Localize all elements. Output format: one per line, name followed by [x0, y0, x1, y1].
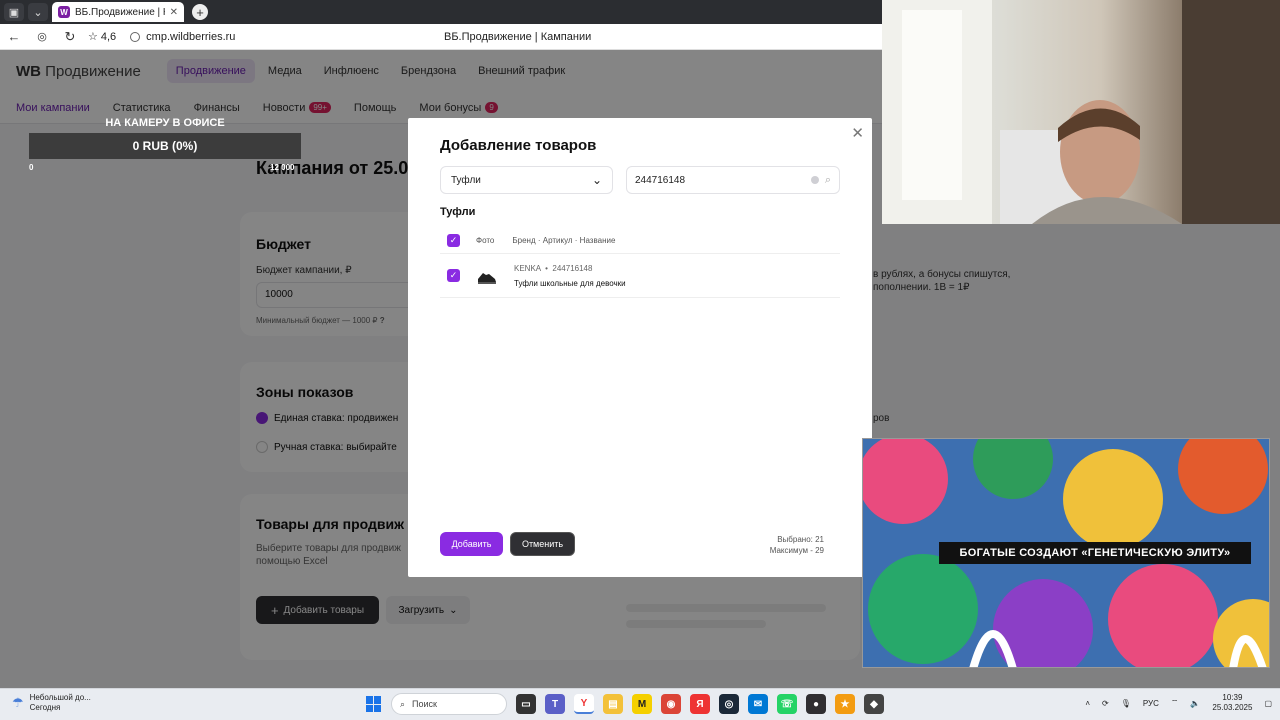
start-icon[interactable] — [366, 696, 382, 712]
search-icon: ⌕ — [400, 698, 406, 709]
product-sku: 244716148 — [552, 263, 593, 273]
page-title: ВБ.Продвижение | Кампании — [444, 31, 592, 43]
url-field[interactable]: cmp.wildberries.ru — [146, 31, 235, 43]
workspaces-icon[interactable]: ▣ — [4, 3, 24, 21]
task-view-icon[interactable]: ▭ — [516, 694, 536, 714]
sync-icon[interactable]: ⟳ — [1102, 699, 1109, 708]
bonus-app-icon[interactable]: ★ — [835, 694, 855, 714]
chevron-up-icon[interactable]: ˄ — [1085, 699, 1090, 708]
select-all-checkbox[interactable]: ✓ — [447, 234, 460, 247]
wildberries-favicon-icon: W — [58, 6, 70, 18]
weather-line1: Небольшой до... — [29, 693, 91, 702]
header-description: Бренд · Артикул · Название — [512, 236, 616, 245]
yandex-icon[interactable]: Я — [690, 694, 710, 714]
weather-widget[interactable]: ☂ Небольшой до... Сегодня — [12, 693, 91, 713]
category-select[interactable]: Туфли ⌄ — [440, 166, 613, 194]
search-icon[interactable]: ⌕ — [825, 174, 831, 187]
section-title: Туфли — [440, 206, 476, 218]
shoe-icon — [478, 272, 496, 284]
language-indicator[interactable]: РУС — [1143, 699, 1159, 708]
product-info: KENKA • 244716148 Туфли школьные для дев… — [514, 264, 626, 288]
stream-goal-label: НА КАМЕРУ В ОФИСЕ — [105, 117, 225, 129]
volume-icon[interactable]: 🔈 — [1190, 699, 1200, 708]
browser-tab-title: ВБ.Продвижение | Кам — [75, 6, 165, 18]
microphone-icon[interactable]: 🎙 — [1121, 699, 1131, 708]
product-brand: KENKA — [514, 263, 541, 273]
close-icon[interactable]: ✕ — [851, 124, 864, 142]
cancel-button[interactable]: Отменить — [510, 532, 575, 556]
video-caption: БОГАТЫЕ СОЗДАЮТ «ГЕНЕТИЧЕСКУЮ ЭЛИТУ» — [939, 542, 1251, 564]
system-tray: ˄ ⟳ 🎙 РУС ⌔ 🔈 10:39 25.03.2025 ▢ — [1085, 693, 1272, 713]
row-checkbox[interactable]: ✓ — [447, 269, 460, 282]
header-photo: Фото — [476, 236, 495, 245]
video-overlay: БОГАТЫЕ СОЗДАЮТ «ГЕНЕТИЧЕСКУЮ ЭЛИТУ» — [862, 438, 1270, 668]
taskbar-apps: ⌕ Поиск ▭ T Y ▤ M ◉ Я ◎ ✉ ☏ ● ★ ◆ — [366, 693, 884, 715]
table-header: ✓ Фото Бренд · Артикул · Название — [440, 228, 840, 254]
back-icon[interactable]: ← — [0, 29, 28, 44]
new-tab-button[interactable]: + — [192, 4, 208, 20]
browser-tab-bar: ▣ ⌄ W ВБ.Продвижение | Кам ✕ + — [0, 0, 882, 24]
stream-goal-max: 12 000 — [270, 163, 295, 172]
taskbar: ☂ Небольшой до... Сегодня ⌕ Поиск ▭ T Y … — [0, 688, 1280, 720]
whatsapp-icon[interactable]: ☏ — [777, 694, 797, 714]
yandex-browser-icon[interactable]: Y — [574, 694, 594, 714]
teams-icon[interactable]: T — [545, 694, 565, 714]
mail-icon[interactable]: ✉ — [748, 694, 768, 714]
clock-date: 25.03.2025 — [1212, 703, 1253, 712]
category-select-value: Туфли — [451, 174, 481, 186]
protect-icon[interactable]: ◎ — [28, 30, 56, 43]
selected-count: Выбрано: 21 — [777, 535, 824, 544]
search-field[interactable]: ⌕ — [626, 166, 840, 194]
tab-list-chevron-icon[interactable]: ⌄ — [28, 3, 48, 21]
webcam-image — [882, 0, 1280, 224]
weather-line2: Сегодня — [29, 703, 61, 712]
browser-tab[interactable]: W ВБ.Продвижение | Кам ✕ — [52, 2, 184, 22]
stream-goal-bar: 0 RUB (0%) — [29, 133, 301, 159]
wifi-icon[interactable]: ⌔ — [1171, 698, 1179, 708]
add-button[interactable]: Добавить — [440, 532, 503, 556]
site-rating[interactable]: ☆ 4,6 — [88, 30, 117, 44]
record-app-icon[interactable]: ◆ — [864, 694, 884, 714]
taskbar-search[interactable]: ⌕ Поиск — [391, 693, 507, 715]
webcam-overlay — [882, 0, 1280, 224]
clock[interactable]: 10:39 25.03.2025 — [1212, 693, 1252, 713]
stream-goal-min: 0 — [29, 163, 34, 172]
m-app-icon[interactable]: M — [632, 694, 652, 714]
weather-icon: ☂ — [12, 695, 24, 710]
chevron-down-icon: ⌄ — [591, 173, 602, 187]
table-row[interactable]: ✓ KENKA • 244716148 Туфли школьные для д… — [440, 254, 840, 298]
notifications-icon[interactable]: ▢ — [1264, 699, 1272, 708]
address-bar: ← ◎ ↻ ☆ 4,6 cmp.wildberries.ru ВБ.Продви… — [0, 24, 882, 50]
modal-title: Добавление товаров — [440, 137, 597, 154]
site-info-icon[interactable] — [130, 31, 141, 42]
tab-close-icon[interactable]: ✕ — [170, 7, 178, 18]
selection-counter: Выбрано: 21 Максимум - 29 — [770, 534, 824, 556]
steam-icon[interactable]: ◎ — [719, 694, 739, 714]
taskbar-search-label: Поиск — [412, 699, 437, 709]
clear-icon[interactable] — [810, 176, 819, 184]
clock-time: 10:39 — [1222, 693, 1243, 702]
obs-icon[interactable]: ● — [806, 694, 826, 714]
product-meta: KENKA • 244716148 — [514, 263, 593, 273]
max-count: Максимум - 29 — [769, 546, 824, 555]
search-input[interactable] — [635, 174, 811, 186]
reload-icon[interactable]: ↻ — [56, 29, 84, 45]
site-rating-value: 4,6 — [100, 30, 117, 43]
product-photo — [474, 261, 500, 291]
add-products-modal: Добавление товаров ✕ Туфли ⌄ ⌕ Туфли ✓ Ф… — [408, 118, 872, 577]
star-icon: ☆ — [88, 31, 98, 43]
product-name: Туфли школьные для девочки — [514, 278, 626, 288]
file-explorer-icon[interactable]: ▤ — [603, 694, 623, 714]
chrome-icon[interactable]: ◉ — [661, 694, 681, 714]
